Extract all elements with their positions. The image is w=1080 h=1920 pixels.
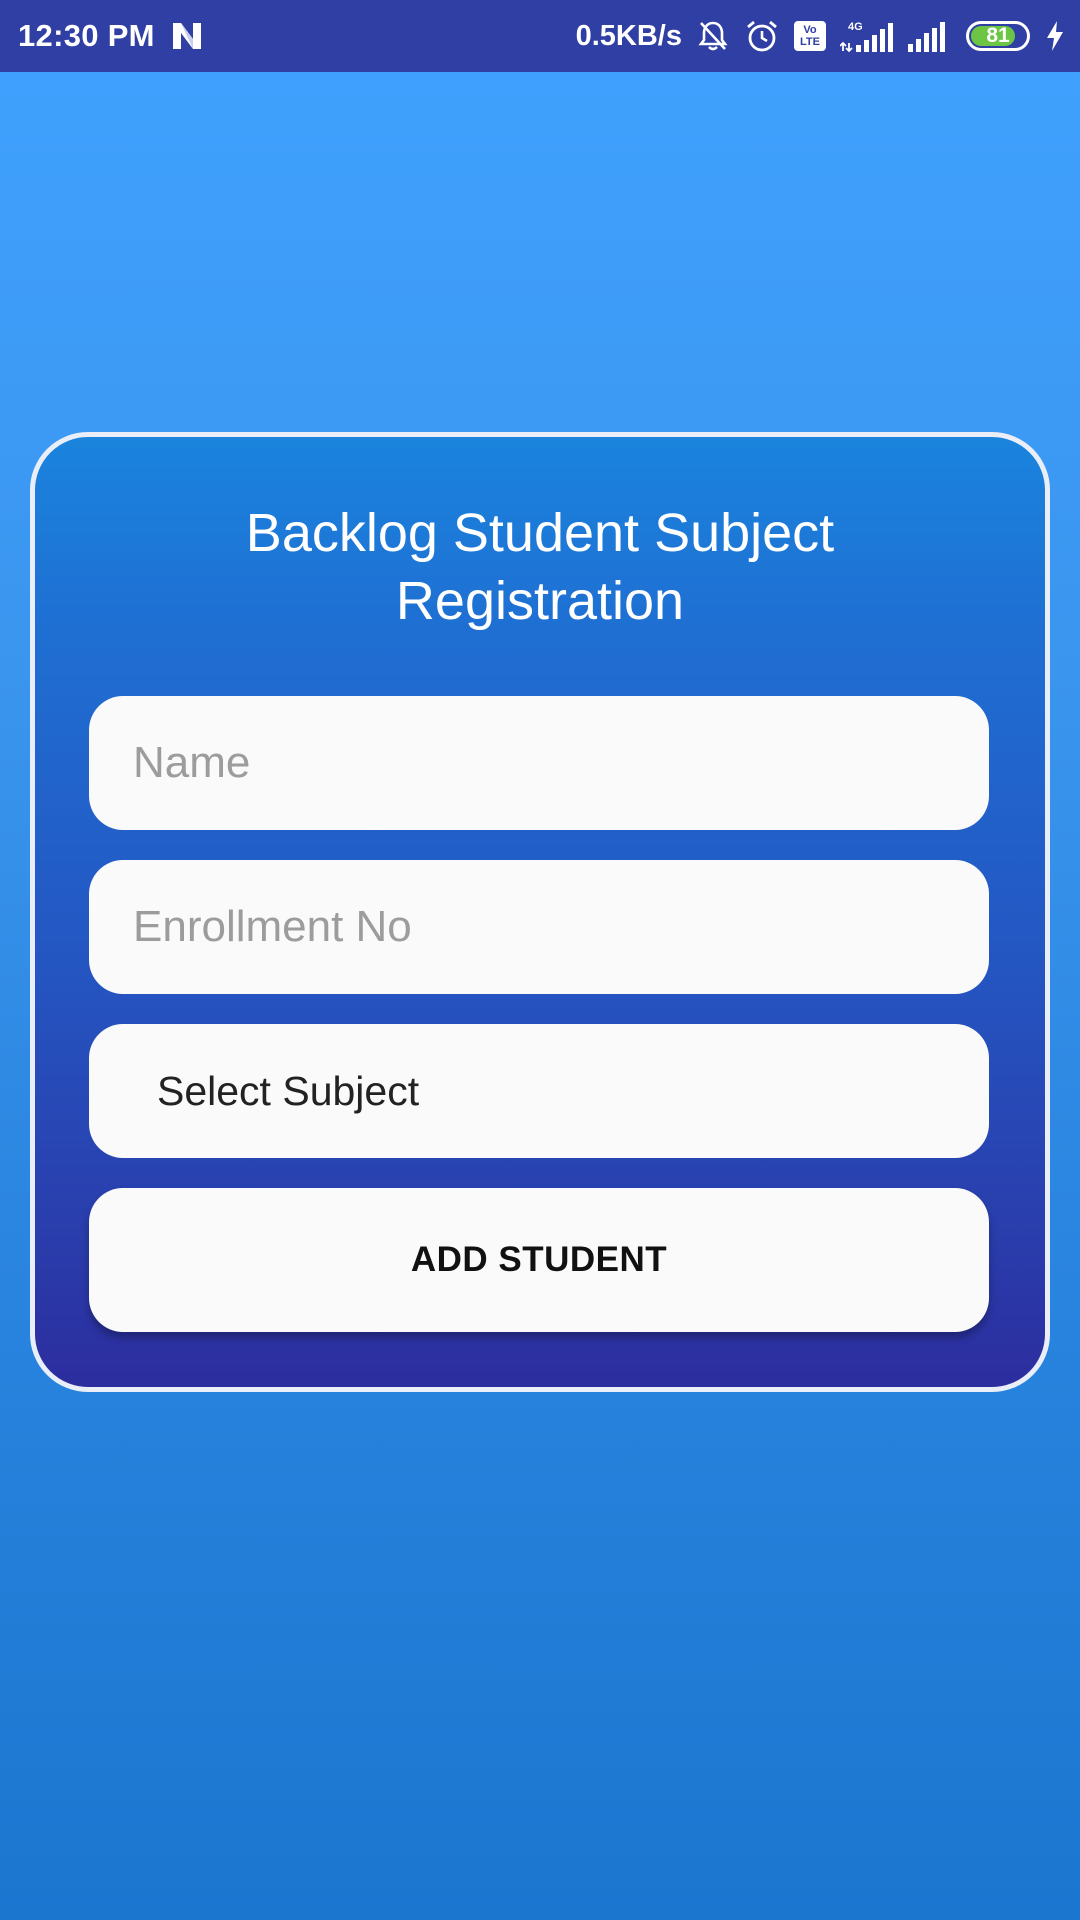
charging-icon [1044,20,1066,52]
status-time: 12:30 PM [18,18,155,53]
signal-4g-icon: 4G [840,19,894,53]
registration-card: Backlog Student Subject Registration Sel… [30,432,1050,1392]
n-logo-icon [169,21,205,51]
signal-icon [908,20,952,52]
add-student-button[interactable]: ADD STUDENT [89,1188,989,1332]
name-field-container [89,696,989,830]
enrollment-no-input[interactable] [89,860,989,994]
network-speed: 0.5KB/s [575,19,682,52]
battery-icon: 81 [966,21,1030,51]
subject-select-value: Select Subject [157,1067,420,1114]
subject-select[interactable]: Select Subject [89,1024,989,1158]
enrollment-field-container [89,860,989,994]
form-title: Backlog Student Subject Registration [245,503,835,631]
volte-lte-text: LTE [800,36,820,48]
battery-level: 81 [986,24,1010,47]
volte-vo-text: Vo [803,24,817,36]
status-bar: 12:30 PM 0.5KB/s Vo LTE 4G 81 [0,0,1080,72]
network-type-text: 4G [848,21,863,33]
status-bar-right: 0.5KB/s Vo LTE 4G 81 [576,18,1066,54]
volte-icon: Vo LTE [794,21,826,51]
name-input[interactable] [89,696,989,830]
status-bar-left: 12:30 PM [18,18,205,54]
alarm-icon [744,18,780,54]
muted-bell-icon [696,19,730,53]
